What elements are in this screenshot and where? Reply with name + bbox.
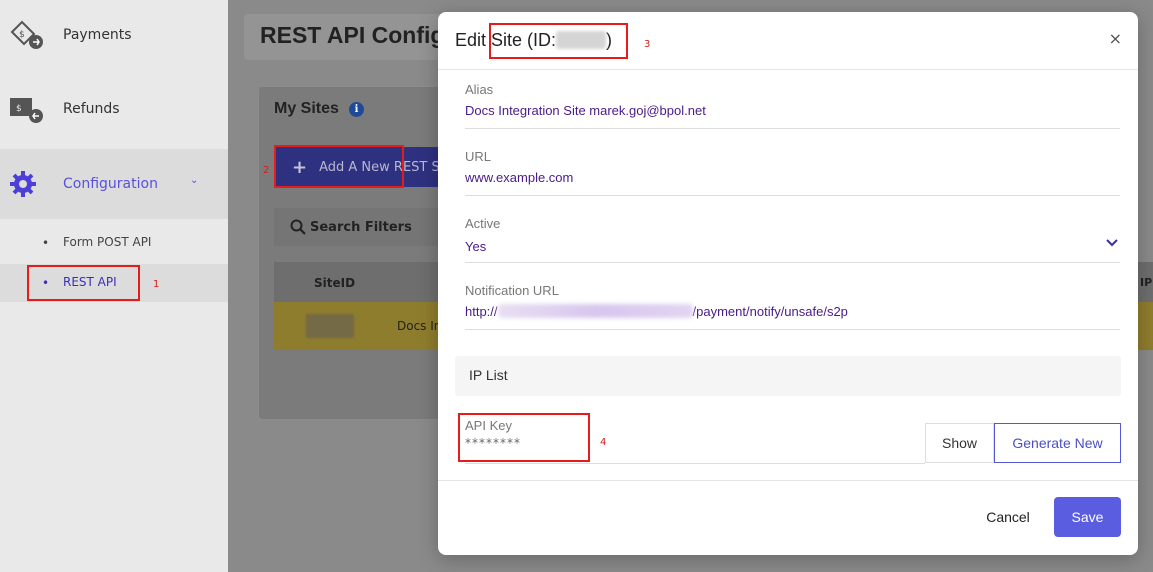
payments-icon: $ <box>10 20 43 49</box>
alias-field[interactable]: Alias Docs Integration Site marek.goj@bp… <box>465 82 1120 129</box>
alias-label: Alias <box>465 82 494 97</box>
chevron-down-icon[interactable] <box>1106 239 1118 247</box>
notification-url-value[interactable]: http:// /payment/notify/unsafe/s2p <box>465 304 1120 319</box>
refunds-icon: $ <box>10 98 43 123</box>
redacted-host <box>497 304 693 318</box>
gear-icon <box>10 171 36 197</box>
search-filters-label: Search Filters <box>310 219 412 235</box>
notification-url-prefix: http:// <box>465 304 498 319</box>
svg-text:$: $ <box>19 30 25 40</box>
modal-footer-divider <box>438 480 1138 481</box>
url-field[interactable]: URL www.example.com <box>465 149 1120 196</box>
url-label: URL <box>465 149 492 164</box>
annotation-box-4 <box>458 413 590 462</box>
page-title: REST API Config <box>260 22 445 48</box>
notification-url-suffix: /payment/notify/unsafe/s2p <box>692 304 848 319</box>
close-icon[interactable]: × <box>1109 29 1122 48</box>
annotation-number-4: 4 <box>600 437 607 448</box>
edit-site-modal: Edit Site (ID:) × Alias Docs Integration… <box>438 12 1138 555</box>
my-sites-panel <box>258 86 458 420</box>
column-header-ip: IP <box>1140 276 1153 289</box>
annotation-box-3 <box>489 23 628 59</box>
cancel-button[interactable]: Cancel <box>973 497 1043 537</box>
annotation-box-1 <box>27 265 140 301</box>
column-header-siteid[interactable]: SiteID <box>314 276 355 290</box>
annotation-number-3: 3 <box>644 39 651 50</box>
sidebar-item-payments[interactable]: $ Payments <box>0 0 228 70</box>
notification-url-label: Notification URL <box>465 283 559 298</box>
info-icon[interactable]: i <box>349 102 364 117</box>
active-label: Active <box>465 216 501 231</box>
table-header <box>274 262 444 302</box>
notification-url-field[interactable]: Notification URL http:// /payment/notify/… <box>465 283 1120 330</box>
annotation-box-2 <box>274 145 404 188</box>
bullet-icon: • <box>42 236 50 250</box>
table-row-right <box>1137 302 1153 350</box>
table-cell: Docs In <box>397 319 442 333</box>
annotation-number-2: 2 <box>263 165 270 176</box>
search-filters-button[interactable]: Search Filters <box>274 208 444 246</box>
url-value[interactable]: www.example.com <box>465 170 1120 185</box>
sidebar-subitem-form-post-api[interactable]: • Form POST API <box>0 224 228 262</box>
chevron-down-icon: ⌄ <box>190 175 199 186</box>
sidebar-item-label: Configuration <box>63 176 158 192</box>
search-icon <box>290 219 306 235</box>
save-button[interactable]: Save <box>1054 497 1121 537</box>
redacted-site-id <box>306 314 354 338</box>
generate-new-api-key-button[interactable]: Generate New <box>994 423 1121 463</box>
alias-value[interactable]: Docs Integration Site marek.goj@bpol.net <box>465 103 1120 118</box>
show-api-key-button[interactable]: Show <box>925 423 994 463</box>
sidebar-item-configuration[interactable]: Configuration ⌄ <box>0 149 228 219</box>
ip-list-section[interactable]: IP List <box>455 356 1121 396</box>
panel-title: My Sites <box>274 100 339 117</box>
sidebar-item-refunds[interactable]: $ Refunds <box>0 74 228 144</box>
active-select[interactable]: Active Yes <box>465 216 1120 263</box>
modal-title-prefix: Edit <box>455 30 492 50</box>
active-value[interactable]: Yes <box>465 239 1120 254</box>
sidebar-item-label: Refunds <box>63 101 120 117</box>
sidebar-subitem-label: Form POST API <box>63 235 152 249</box>
annotation-number-1: 1 <box>153 279 160 290</box>
sidebar-item-label: Payments <box>63 27 132 43</box>
svg-text:$: $ <box>16 104 22 114</box>
